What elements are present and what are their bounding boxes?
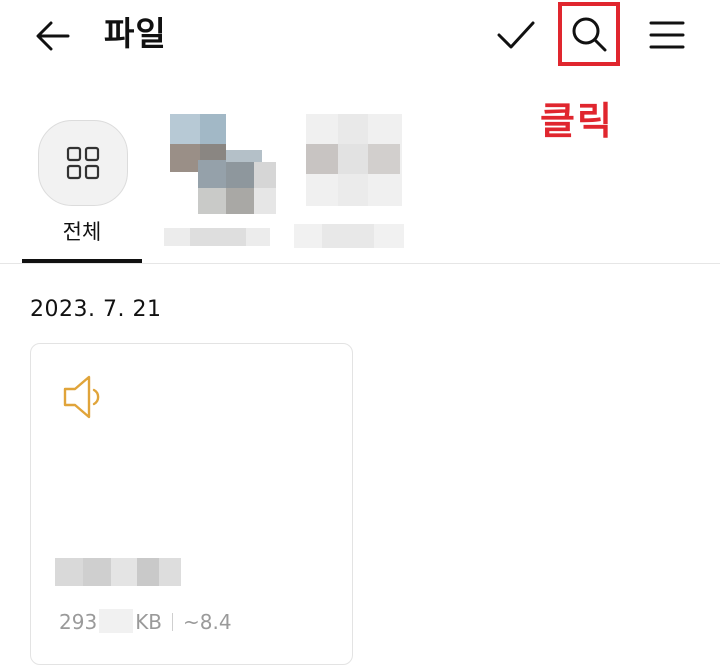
blurred-thumbnail: [338, 144, 368, 174]
blurred-thumbnail: [306, 144, 338, 174]
file-card[interactable]: 293 KB ~8.4: [30, 343, 353, 665]
blurred-thumbnail: [170, 114, 200, 144]
grid-icon: [66, 146, 100, 180]
hamburger-menu-icon: [649, 21, 685, 49]
blurred-thumbnail: [198, 188, 226, 214]
arrow-left-icon: [36, 21, 70, 51]
blurred-thumbnail: [226, 162, 254, 188]
file-duration: ~8.4: [183, 610, 232, 634]
category-thumbnail-1[interactable]: [162, 108, 278, 248]
blurred-filename: [111, 558, 137, 586]
file-meta: 293 KB ~8.4: [59, 608, 232, 636]
check-icon: [497, 21, 535, 49]
blurred-thumbnail: [338, 114, 368, 144]
blurred-thumbnail: [170, 144, 200, 172]
blurred-thumbnail: [254, 162, 276, 188]
blurred-thumbnail: [198, 160, 226, 188]
search-icon: [572, 17, 607, 52]
blurred-label: [190, 228, 246, 246]
file-name-blurred: [55, 558, 181, 586]
category-thumbnail-2[interactable]: [292, 108, 408, 254]
search-button[interactable]: [558, 2, 620, 66]
select-button[interactable]: [492, 12, 540, 58]
blurred-filename: [159, 558, 181, 586]
menu-button[interactable]: [644, 12, 690, 58]
meta-separator: [172, 613, 174, 631]
blurred-filename: [83, 558, 111, 586]
file-size-unit: KB: [135, 610, 163, 634]
blurred-filename: [137, 558, 159, 586]
click-annotation: 클릭: [540, 99, 614, 143]
category-all-label: 전체: [62, 220, 102, 244]
back-button[interactable]: [30, 14, 76, 58]
category-divider: [0, 263, 720, 264]
blurred-thumbnail: [338, 174, 368, 206]
blurred-size-digits: [99, 609, 134, 633]
blurred-label: [322, 224, 374, 248]
audio-speaker-icon: [63, 375, 100, 419]
category-all-icon-bg: [38, 120, 128, 206]
blurred-thumbnail: [226, 188, 254, 214]
page-title: 파일: [104, 14, 167, 53]
blurred-thumbnail: [368, 144, 400, 174]
blurred-thumbnail: [200, 114, 226, 144]
file-size-prefix: 293: [59, 610, 98, 634]
section-date-header: 2023. 7. 21: [30, 297, 162, 322]
blurred-thumbnail: [254, 188, 276, 214]
category-all[interactable]: 전체: [22, 100, 142, 264]
